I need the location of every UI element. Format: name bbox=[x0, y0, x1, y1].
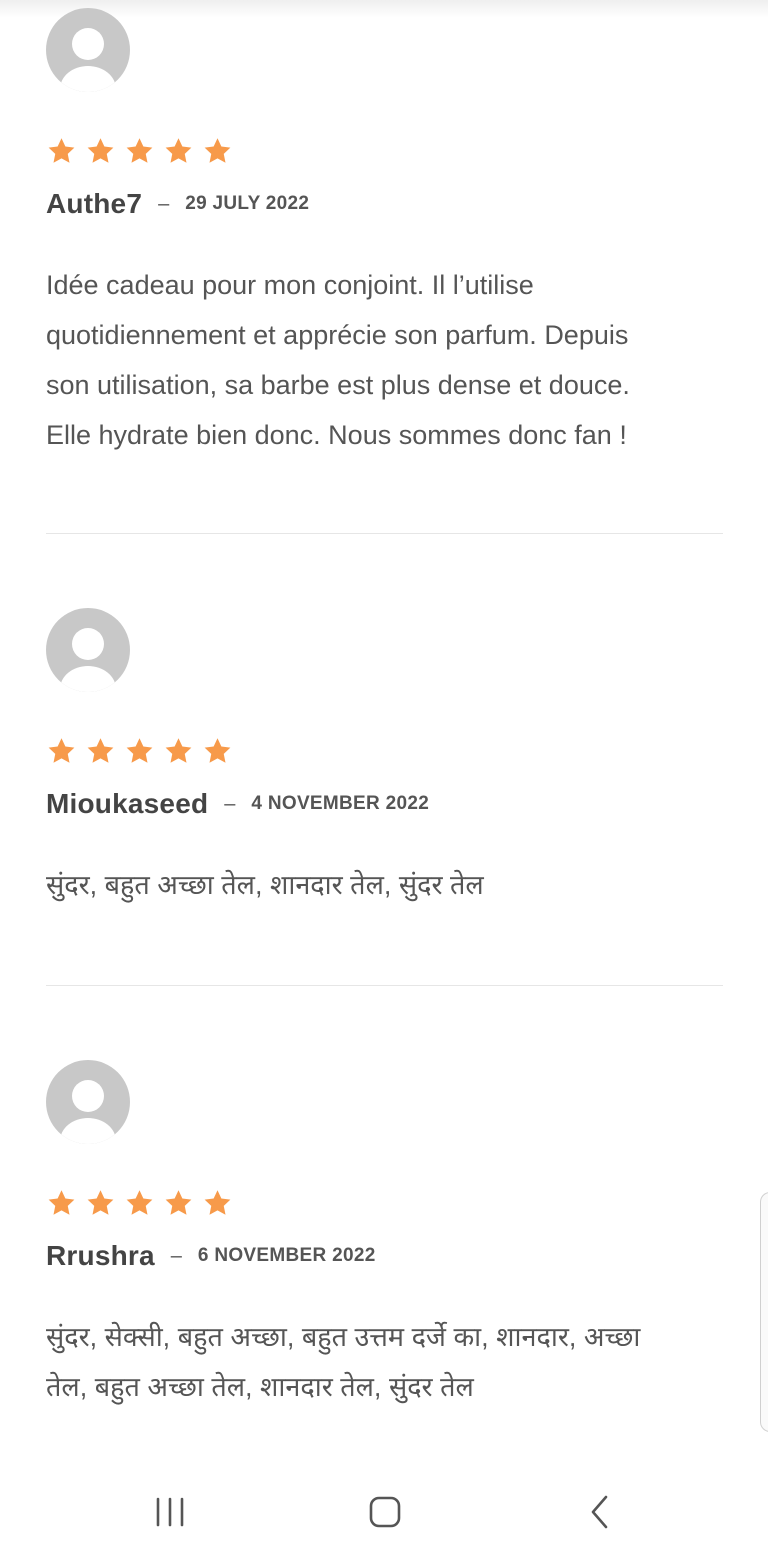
back-icon bbox=[591, 1495, 608, 1529]
star-icon bbox=[202, 136, 233, 166]
default-user-avatar-icon bbox=[46, 1060, 130, 1144]
review-author: Authe7 bbox=[46, 188, 143, 219]
review-text-line: son utilisation, sa barbe est plus dense… bbox=[46, 370, 630, 400]
review-meta: Rrushra – 6 NOVEMBER 2022 bbox=[46, 1238, 376, 1274]
review-text-line: तेल, बहुत अच्छा तेल, शानदार तेल, सुंदर त… bbox=[46, 1372, 474, 1402]
star-icon bbox=[202, 1188, 233, 1218]
star-rating bbox=[46, 736, 233, 766]
star-icon bbox=[163, 1188, 194, 1218]
star-rating bbox=[46, 1188, 233, 1218]
review-meta: Authe7 – 29 JULY 2022 bbox=[46, 186, 309, 222]
edge-panel-handle[interactable] bbox=[760, 1192, 768, 1432]
default-user-avatar-icon bbox=[46, 608, 130, 692]
recent-apps-icon bbox=[156, 1497, 184, 1527]
star-icon bbox=[85, 1188, 116, 1218]
review-date: 6 NOVEMBER 2022 bbox=[197, 1245, 376, 1266]
review-item: Authe7 – 29 JULY 2022 Idée cadeau pour m… bbox=[46, 8, 723, 458]
star-icon bbox=[46, 1188, 77, 1218]
review-text: Idée cadeau pour mon conjoint. Il l’util… bbox=[46, 260, 706, 460]
review-text: सुंदर, सेक्सी, बहुत अच्छा, बहुत उत्तम दर… bbox=[46, 1312, 706, 1412]
review-date: 4 NOVEMBER 2022 bbox=[251, 793, 430, 814]
star-icon bbox=[124, 736, 155, 766]
review-text-line: Elle hydrate bien donc. Nous sommes donc… bbox=[46, 420, 627, 450]
star-icon bbox=[46, 136, 77, 166]
meta-separator: – bbox=[224, 792, 236, 815]
review-text-line: Idée cadeau pour mon conjoint. Il l’util… bbox=[46, 270, 534, 300]
review-item: Rrushra – 6 NOVEMBER 2022 सुंदर, सेक्सी,… bbox=[46, 1060, 723, 1420]
recent-apps-button[interactable] bbox=[140, 1492, 200, 1542]
review-item: Mioukaseed – 4 NOVEMBER 2022 सुंदर, बहुत… bbox=[46, 608, 723, 918]
star-icon bbox=[85, 136, 116, 166]
star-icon bbox=[124, 136, 155, 166]
star-icon bbox=[46, 736, 77, 766]
meta-separator: – bbox=[158, 192, 170, 215]
review-text: सुंदर, बहुत अच्छा तेल, शानदार तेल, सुंदर… bbox=[46, 860, 706, 910]
review-meta: Mioukaseed – 4 NOVEMBER 2022 bbox=[46, 786, 429, 822]
review-divider bbox=[46, 985, 723, 986]
home-icon bbox=[369, 1496, 401, 1528]
default-user-avatar-icon bbox=[46, 8, 130, 92]
star-icon bbox=[163, 736, 194, 766]
star-icon bbox=[163, 136, 194, 166]
star-icon bbox=[85, 736, 116, 766]
review-text-line: quotidiennement et apprécie son parfum. … bbox=[46, 320, 629, 350]
back-button[interactable] bbox=[570, 1492, 630, 1542]
star-rating bbox=[46, 136, 233, 166]
system-navigation-bar bbox=[0, 1470, 768, 1560]
review-date: 29 JULY 2022 bbox=[185, 193, 310, 214]
review-author: Mioukaseed bbox=[46, 788, 209, 819]
meta-separator: – bbox=[170, 1244, 182, 1267]
star-icon bbox=[124, 1188, 155, 1218]
review-text-line: सुंदर, बहुत अच्छा तेल, शानदार तेल, सुंदर… bbox=[46, 870, 484, 900]
star-icon bbox=[202, 736, 233, 766]
review-divider bbox=[46, 533, 723, 534]
review-author: Rrushra bbox=[46, 1240, 155, 1271]
review-text-line: सुंदर, सेक्सी, बहुत अच्छा, बहुत उत्तम दर… bbox=[46, 1322, 641, 1352]
home-button[interactable] bbox=[355, 1492, 415, 1542]
